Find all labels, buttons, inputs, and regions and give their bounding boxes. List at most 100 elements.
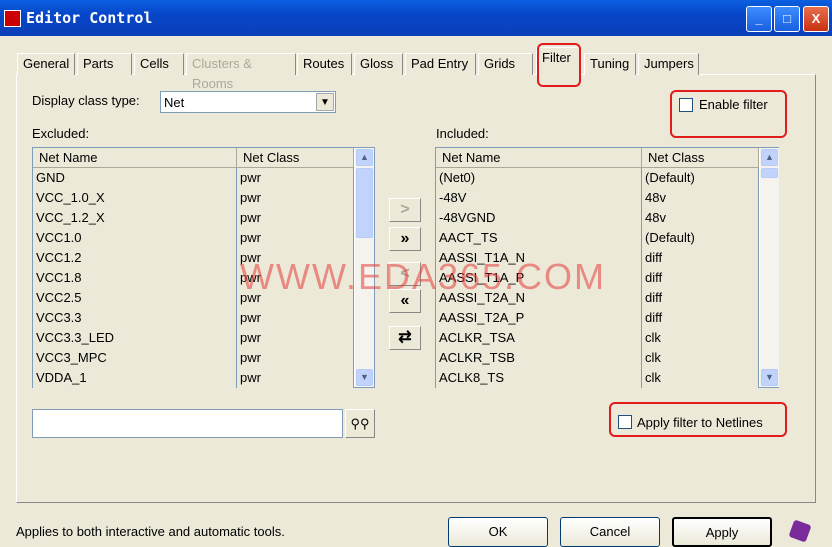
maximize-button[interactable]: □ <box>774 6 800 32</box>
tab-gloss[interactable]: Gloss <box>354 53 403 75</box>
net-name-cell: VCC2.5 <box>33 288 237 308</box>
table-row[interactable]: ACLKR_TSB clk <box>436 348 759 368</box>
net-name-cell: VCC1.0 <box>33 228 237 248</box>
help-book-icon[interactable] <box>788 519 812 543</box>
excluded-table[interactable]: Net Name Net Class GND pwr VCC_1.0_X pwr VCC_1… <box>32 147 375 388</box>
table-row[interactable]: ACLKR_TSA clk <box>436 328 759 348</box>
net-name-cell: VCC1.2 <box>33 248 237 268</box>
tab-grids[interactable]: Grids <box>478 53 533 75</box>
table-row[interactable]: VCC3_MPC pwr <box>33 348 354 368</box>
table-row[interactable]: VCC1.0 pwr <box>33 228 354 248</box>
move-one-right-button[interactable]: > <box>389 198 421 222</box>
net-class-cell: pwr <box>237 228 354 248</box>
tab-routes[interactable]: Routes <box>297 53 352 75</box>
tab-general[interactable]: General <box>17 53 75 75</box>
chevron-down-icon[interactable]: ▼ <box>316 93 334 111</box>
net-class-cell: pwr <box>237 248 354 268</box>
table-row[interactable]: AASSI_T1A_P diff <box>436 268 759 288</box>
table-row[interactable]: VCC2.5 pwr <box>33 288 354 308</box>
apply-button[interactable]: Apply <box>672 517 772 547</box>
table-row[interactable]: VDDA_1 pwr <box>33 368 354 388</box>
net-class-cell: pwr <box>237 188 354 208</box>
net-name-cell: ACLK8_TS <box>436 368 642 388</box>
tab-pad-entry[interactable]: Pad Entry <box>405 53 476 75</box>
binoculars-icon[interactable]: ⚲⚲ <box>345 409 375 438</box>
net-class-cell: diff <box>642 248 759 268</box>
tab-tuning[interactable]: Tuning <box>584 53 636 75</box>
app-icon <box>4 10 21 27</box>
scrollbar[interactable]: ▲ ▼ <box>355 148 374 387</box>
table-row[interactable]: VCC1.2 pwr <box>33 248 354 268</box>
net-class-cell: diff <box>642 268 759 288</box>
net-class-cell: pwr <box>237 288 354 308</box>
cancel-button[interactable]: Cancel <box>560 517 660 547</box>
column-header-net-name[interactable]: Net Name <box>436 148 642 168</box>
net-name-cell: GND <box>33 168 237 188</box>
table-row[interactable]: VCC_1.0_X pwr <box>33 188 354 208</box>
status-text: Applies to both interactive and automati… <box>16 524 285 539</box>
net-class-cell: pwr <box>237 308 354 328</box>
move-one-left-button[interactable]: < <box>389 262 421 286</box>
scrollbar[interactable]: ▲ ▼ <box>760 148 779 387</box>
highlight-filter-tab <box>537 43 581 87</box>
table-row[interactable]: AASSI_T2A_N diff <box>436 288 759 308</box>
swap-button[interactable]: ⇄ <box>389 326 421 350</box>
net-class-cell: diff <box>642 288 759 308</box>
column-header-net-class[interactable]: Net Class <box>237 148 354 168</box>
net-class-cell: clk <box>642 328 759 348</box>
net-class-cell: pwr <box>237 268 354 288</box>
net-name-cell: VCC_1.2_X <box>33 208 237 228</box>
net-class-cell: (Default) <box>642 228 759 248</box>
table-row[interactable]: AACT_TS (Default) <box>436 228 759 248</box>
move-all-left-button[interactable]: « <box>389 289 421 313</box>
tab-parts[interactable]: Parts <box>77 53 132 75</box>
scroll-thumb[interactable] <box>356 168 373 238</box>
move-all-right-button[interactable]: » <box>389 227 421 251</box>
table-row[interactable]: VCC_1.2_X pwr <box>33 208 354 228</box>
net-class-cell: pwr <box>237 208 354 228</box>
net-class-cell: pwr <box>237 328 354 348</box>
table-row[interactable]: (Net0) (Default) <box>436 168 759 188</box>
net-name-cell: -48V <box>436 188 642 208</box>
net-name-cell: VCC_1.0_X <box>33 188 237 208</box>
net-class-cell: clk <box>642 368 759 388</box>
tab-cells[interactable]: Cells <box>134 53 184 75</box>
table-row[interactable]: VCC3.3_LED pwr <box>33 328 354 348</box>
table-row[interactable]: VCC3.3 pwr <box>33 308 354 328</box>
net-class-cell: clk <box>642 348 759 368</box>
table-row[interactable]: VCC1.8 pwr <box>33 268 354 288</box>
table-row[interactable]: -48V 48v <box>436 188 759 208</box>
table-row[interactable]: ACLK8_TS clk <box>436 368 759 388</box>
column-header-net-class[interactable]: Net Class <box>642 148 759 168</box>
close-button[interactable]: X <box>803 6 829 32</box>
net-name-cell: AASSI_T1A_P <box>436 268 642 288</box>
net-class-cell: pwr <box>237 368 354 388</box>
ok-button[interactable]: OK <box>448 517 548 547</box>
display-class-select[interactable]: Net ▼ <box>160 91 336 113</box>
net-name-cell: ACLKR_TSA <box>436 328 642 348</box>
display-class-value: Net <box>164 95 185 110</box>
net-name-cell: VCC1.8 <box>33 268 237 288</box>
net-name-cell: AASSI_T2A_N <box>436 288 642 308</box>
table-row[interactable]: AASSI_T2A_P diff <box>436 308 759 328</box>
table-row[interactable]: AASSI_T1A_N diff <box>436 248 759 268</box>
excluded-label: Excluded: <box>32 126 90 141</box>
scroll-up-icon[interactable]: ▲ <box>761 149 778 166</box>
table-row[interactable]: -48VGND 48v <box>436 208 759 228</box>
display-class-label: Display class type: <box>32 93 140 108</box>
net-name-cell: -48VGND <box>436 208 642 228</box>
minimize-button[interactable]: _ <box>746 6 772 32</box>
search-input[interactable] <box>32 409 343 438</box>
net-class-cell: pwr <box>237 348 354 368</box>
included-table[interactable]: Net Name Net Class (Net0) (Default) -48V 48v -… <box>435 147 779 388</box>
scroll-down-icon[interactable]: ▼ <box>356 369 373 386</box>
tab-jumpers[interactable]: Jumpers <box>638 53 699 75</box>
scroll-thumb[interactable] <box>761 168 778 178</box>
scroll-down-icon[interactable]: ▼ <box>761 369 778 386</box>
scroll-up-icon[interactable]: ▲ <box>356 149 373 166</box>
column-header-net-name[interactable]: Net Name <box>33 148 237 168</box>
tab-clusters-rooms[interactable]: Clusters & Rooms <box>186 53 296 91</box>
net-name-cell: AASSI_T1A_N <box>436 248 642 268</box>
table-row[interactable]: GND pwr <box>33 168 354 188</box>
highlight-apply-netlines <box>609 402 787 437</box>
